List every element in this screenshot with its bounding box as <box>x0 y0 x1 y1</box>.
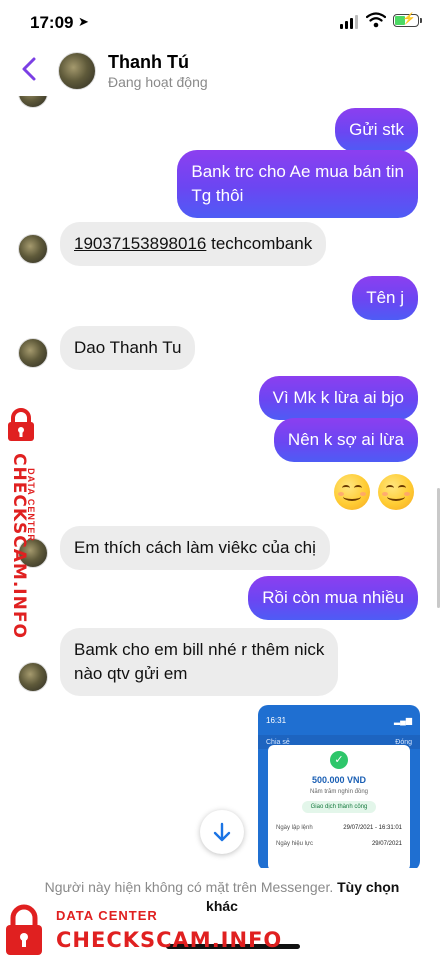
lock-icon <box>6 904 42 955</box>
contact-avatar-small <box>18 96 48 108</box>
lock-icon <box>8 408 34 441</box>
receipt-amount: 500.000 VND <box>311 775 367 785</box>
receipt-image[interactable]: 16:31 ▂▄▆ Chia sẻ Đóng ✓ 500.000 VND Năm … <box>258 705 420 868</box>
scrollbar[interactable] <box>437 488 440 608</box>
back-chevron-icon[interactable] <box>18 56 42 82</box>
message-text-line: Bamk cho em bill nhé r thêm nick <box>74 640 325 659</box>
watermark-main: CHECKSCAM.INFO <box>56 928 283 952</box>
contact-avatar-small <box>18 338 48 368</box>
message-text: Tên j <box>366 288 404 307</box>
message-text: Gửi stk <box>349 120 404 139</box>
message-text-line: Tg thôi <box>191 186 244 205</box>
message-outgoing[interactable]: Rồi còn mua nhiều <box>248 576 418 620</box>
message-outgoing[interactable]: Gửi stk <box>335 108 418 152</box>
contact-avatar-small <box>18 234 48 264</box>
message-text: Nên k sợ ai lừa <box>287 430 404 449</box>
watermark-side: DATA CENTER CHECKSCAM.INFO <box>2 408 48 639</box>
smiling-face-icon[interactable] <box>378 474 414 510</box>
receipt-amount-words: Năm trăm nghìn đồng <box>309 789 369 795</box>
smiling-face-icon[interactable] <box>334 474 370 510</box>
bank-name: techcombank <box>211 234 313 253</box>
contact-name[interactable]: Thanh Tú <box>108 52 189 73</box>
message-outgoing[interactable]: Nên k sợ ai lừa <box>273 418 418 462</box>
receipt-row-value: 29/07/2021 <box>371 841 402 847</box>
receipt-status-badge: Giao dịch thành công <box>302 801 376 813</box>
chat-header: Thanh Tú Đang hoạt động <box>0 44 444 96</box>
arrow-down-icon <box>213 822 231 842</box>
message-list[interactable]: Gửi stk Bank trc cho Ae mua bán tin Tg t… <box>0 96 444 868</box>
cellular-signal-icon <box>340 15 358 29</box>
receipt-status-bar: 16:31 ▂▄▆ <box>266 715 412 725</box>
battery-icon: ⚡ <box>393 13 422 27</box>
receipt-row-label: Ngày lập lệnh <box>276 825 313 831</box>
scroll-to-bottom-button[interactable] <box>200 810 244 854</box>
offline-notice: Người này hiện không có mặt trên Messeng… <box>44 879 334 895</box>
receipt-row-value: 29/07/2021 - 16:31:01 <box>343 825 402 831</box>
message-incoming[interactable]: 19037153898016 techcombank <box>60 222 327 266</box>
status-time: 17:09 <box>30 13 74 32</box>
watermark-sub: DATA CENTER <box>56 908 158 923</box>
message-text: Dao Thanh Tu <box>74 338 182 357</box>
account-number-link[interactable]: 19037153898016 <box>74 234 206 253</box>
location-arrow-icon: ➤ <box>78 14 89 29</box>
watermark-bottom: DATA CENTER CHECKSCAM.INFO <box>4 900 281 958</box>
receipt-card: ✓ 500.000 VND Năm trăm nghìn đồng Giao d… <box>268 745 410 868</box>
message-incoming[interactable]: Dao Thanh Tu <box>60 326 196 370</box>
message-outgoing[interactable]: Tên j <box>352 276 418 320</box>
receipt-row: Ngày lập lệnh 29/07/2021 - 16:31:01 <box>276 825 402 831</box>
watermark-main: CHECKSCAM.INFO <box>9 453 29 639</box>
wifi-icon <box>366 12 386 28</box>
message-text: Em thích cách làm viêkc của chị <box>74 538 316 557</box>
message-incoming[interactable]: Bamk cho em bill nhé r thêm nick nào qtv… <box>60 628 339 696</box>
receipt-time: 16:31 <box>266 715 287 725</box>
message-incoming[interactable]: Em thích cách làm viêkc của chị <box>60 526 330 570</box>
receipt-row: Ngày hiệu lực 29/07/2021 <box>276 841 402 847</box>
status-bar: 17:09 ➤ ⚡ <box>0 0 444 44</box>
contact-avatar-small <box>18 662 48 692</box>
message-text: Rồi còn mua nhiều <box>262 588 404 607</box>
contact-avatar[interactable] <box>58 52 96 90</box>
contact-status: Đang hoạt động <box>108 74 208 90</box>
message-outgoing[interactable]: Bank trc cho Ae mua bán tin Tg thôi <box>177 150 418 218</box>
receipt-row-label: Ngày hiệu lực <box>276 841 314 847</box>
message-outgoing[interactable]: Vì Mk k lừa ai bjo <box>258 376 418 420</box>
message-text-line: Bank trc cho Ae mua bán tin <box>191 162 404 181</box>
message-text-line: nào qtv gửi em <box>74 664 188 683</box>
message-text: Vì Mk k lừa ai bjo <box>272 388 404 407</box>
success-check-icon: ✓ <box>330 751 348 769</box>
